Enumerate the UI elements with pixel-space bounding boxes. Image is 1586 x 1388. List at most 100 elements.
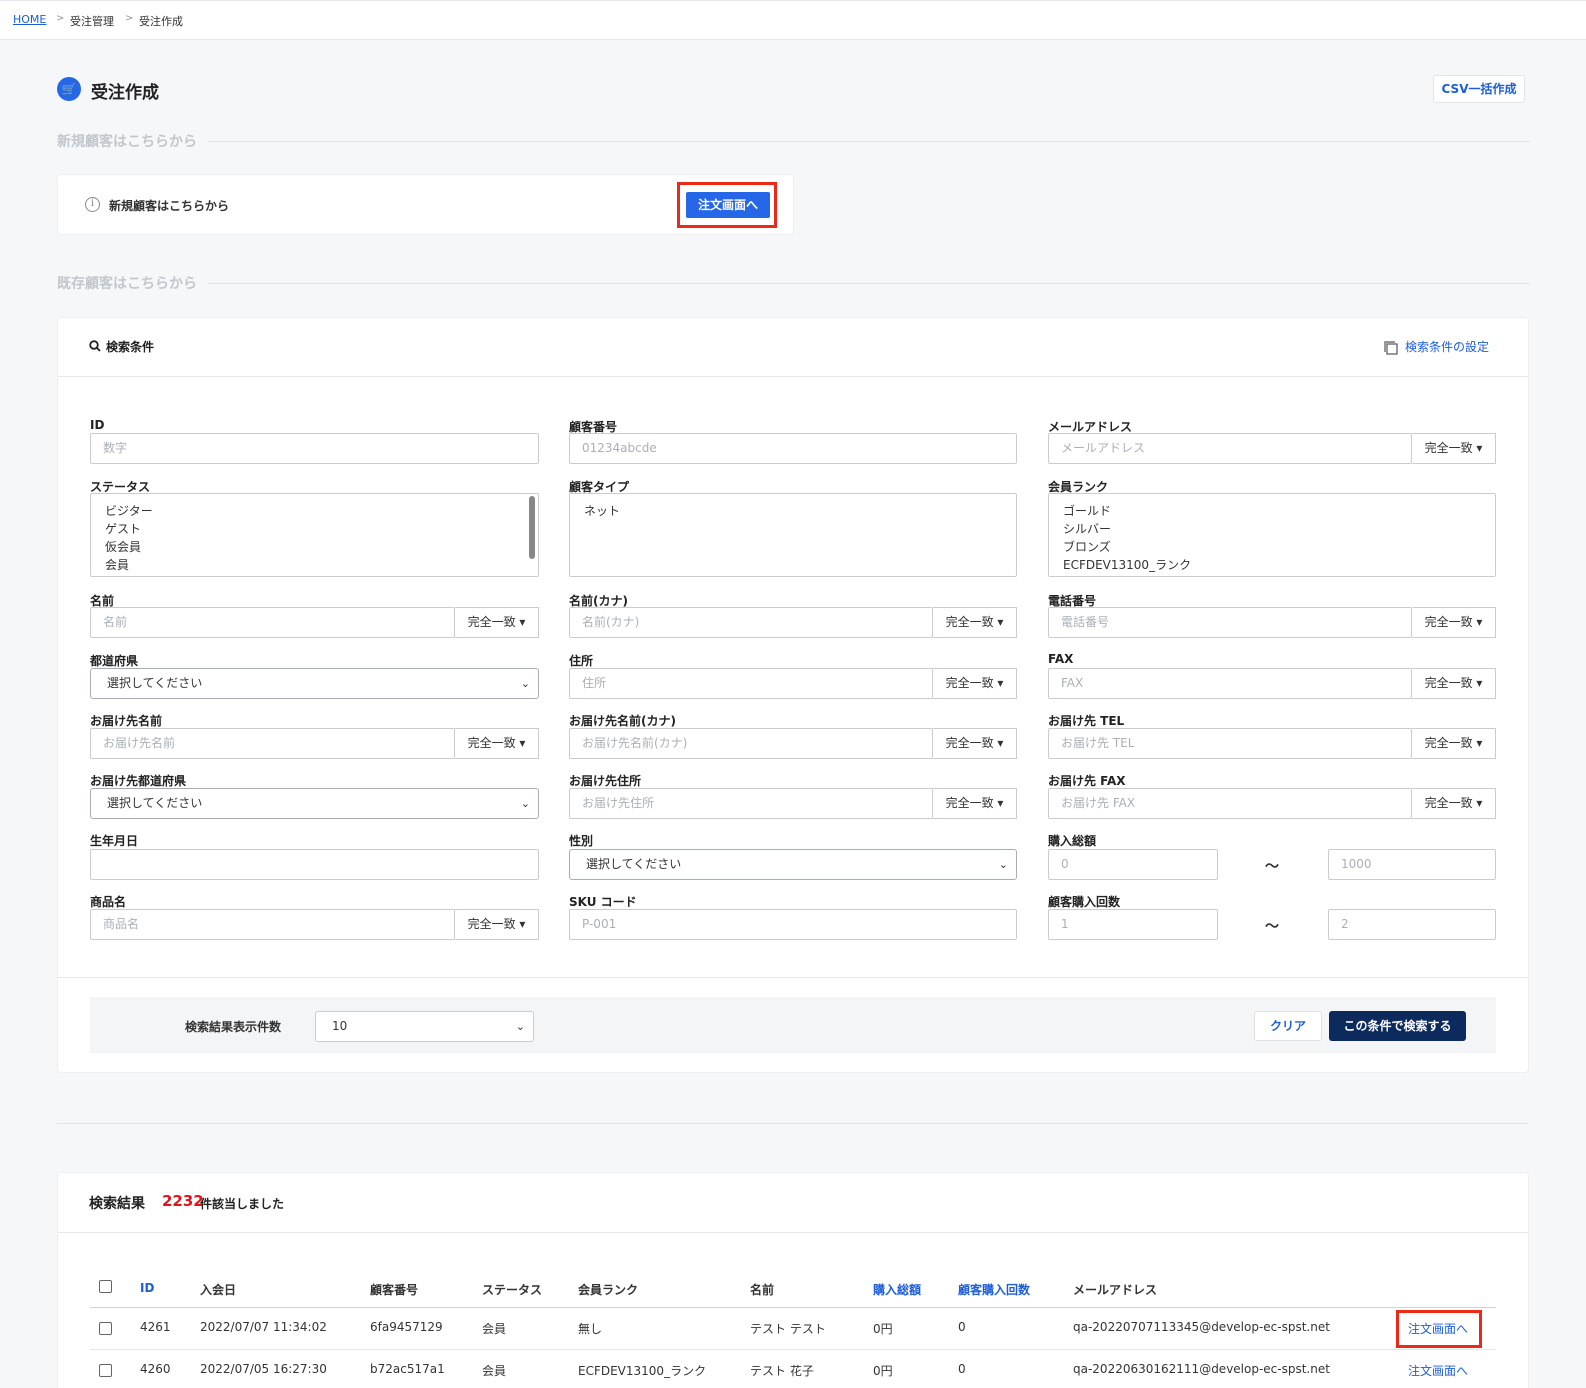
product-name-match-dropdown[interactable]: 完全一致 ▾ [455,909,539,940]
panel-divider [58,977,1528,978]
list-item[interactable]: 会員 [105,556,538,574]
cell-joined: 2022/07/07 11:34:02 [200,1320,327,1334]
search-settings-link[interactable]: 検索条件の設定 [1405,338,1489,355]
ship-address-match-dropdown[interactable]: 完全一致 ▾ [933,788,1017,819]
fax-match-dropdown[interactable]: 完全一致 ▾ [1412,668,1496,699]
panel-divider [58,1232,1528,1233]
list-item[interactable]: ビジター [105,502,538,520]
id-input[interactable]: 数字 [90,433,539,464]
row-order-link[interactable]: 注文画面へ [1408,1362,1468,1379]
ship-tel-match-dropdown[interactable]: 完全一致 ▾ [1412,728,1496,759]
sku-input[interactable]: P-001 [569,909,1017,940]
list-item[interactable]: ECFDEV13100_ランク [1063,556,1495,574]
address-input[interactable]: 住所 [569,668,933,699]
ship-name-kana-input[interactable]: お届け先名前(カナ) [569,728,933,759]
select-all-checkbox[interactable] [99,1280,112,1293]
cell-customer-no: 6fa9457129 [370,1320,443,1334]
total-purchase-to-input[interactable]: 1000 [1328,849,1496,880]
product-name-input[interactable]: 商品名 [90,909,455,940]
cell-rank: 無し [578,1322,603,1336]
ship-name-kana-match-dropdown[interactable]: 完全一致 ▾ [933,728,1017,759]
breadcrumb-home[interactable]: HOME [13,13,46,26]
ship-name-match-dropdown[interactable]: 完全一致 ▾ [455,728,539,759]
ship-tel-label: お届け先 TEL [1048,714,1125,728]
row-checkbox[interactable] [99,1322,112,1335]
list-item[interactable]: シルバー [1063,520,1495,538]
email-input[interactable]: メールアドレス [1048,433,1412,464]
fax-input[interactable]: FAX [1048,668,1412,699]
cart-icon: 🛒 [57,77,81,101]
name-match-dropdown[interactable]: 完全一致 ▾ [455,607,539,638]
cell-status: 会員 [482,1364,507,1378]
section-divider [208,141,1530,142]
cell-id: 4260 [140,1362,171,1376]
tel-input[interactable]: 電話番号 [1048,607,1412,638]
section-divider [57,1123,1529,1124]
column-header-total[interactable]: 購入総額 [873,1281,921,1298]
column-header-name: 名前 [750,1283,775,1297]
name-kana-match-dropdown[interactable]: 完全一致 ▾ [933,607,1017,638]
product-name-label: 商品名 [90,895,127,909]
gender-label: 性別 [569,834,594,848]
breadcrumb-order-management[interactable]: 受注管理 [70,13,114,29]
top-bar [0,0,1586,40]
prefecture-select[interactable]: 選択してください ⌄ [90,668,539,699]
total-purchase-from-input[interactable]: 0 [1048,849,1218,880]
cell-email: qa-20220707113345@develop-ec-spst.net [1073,1320,1330,1334]
purchase-count-to-input[interactable]: 2 [1328,909,1496,940]
results-title: 検索結果 [89,1196,145,1212]
list-item[interactable]: 仮会員 [105,538,538,556]
customer-type-listbox[interactable]: ネット [569,493,1017,577]
copy-icon[interactable] [1384,341,1398,355]
ship-fax-match-dropdown[interactable]: 完全一致 ▾ [1412,788,1496,819]
name-kana-input[interactable]: 名前(カナ) [569,607,933,638]
ship-name-input[interactable]: お届け先名前 [90,728,455,759]
ship-address-input[interactable]: お届け先住所 [569,788,933,819]
search-submit-button[interactable]: この条件で検索する [1329,1011,1466,1041]
search-icon [89,340,101,352]
ship-prefecture-select[interactable]: 選択してください ⌄ [90,788,539,819]
column-header-id[interactable]: ID [140,1281,154,1295]
row-order-link[interactable]: 注文画面へ [1408,1320,1468,1337]
email-match-dropdown[interactable]: 完全一致 ▾ [1412,433,1496,464]
list-item[interactable]: ブロンズ [1063,538,1495,556]
fax-label: FAX [1048,652,1074,666]
status-scrollbar[interactable] [529,496,535,559]
row-divider [90,1349,1496,1350]
breadcrumb-separator: > [56,13,65,24]
new-customer-order-button[interactable]: 注文画面へ [686,192,770,218]
ship-name-label: お届け先名前 [90,714,163,728]
list-item[interactable]: ゲスト [105,520,538,538]
csv-bulk-create-button[interactable]: CSV一括作成 [1433,75,1525,103]
table-header-line [90,1307,1496,1308]
range-tilde: 〜 [1265,919,1279,935]
ship-name-kana-label: お届け先名前(カナ) [569,714,676,728]
ship-tel-input[interactable]: お届け先 TEL [1048,728,1412,759]
list-item[interactable]: ネット [584,502,1016,520]
purchase-count-from-input[interactable]: 1 [1048,909,1218,940]
status-listbox[interactable]: ビジター ゲスト 仮会員 会員 [90,493,539,577]
tel-match-dropdown[interactable]: 完全一致 ▾ [1412,607,1496,638]
column-header-customer-no: 顧客番号 [370,1283,419,1297]
address-match-dropdown[interactable]: 完全一致 ▾ [933,668,1017,699]
cell-rank: ECFDEV13100_ランク [578,1364,707,1378]
cell-joined: 2022/07/05 16:27:30 [200,1362,327,1376]
column-header-purchase-count[interactable]: 顧客購入回数 [958,1281,1030,1298]
clear-button[interactable]: クリア [1254,1011,1322,1041]
search-panel-title: 検索条件 [106,340,155,354]
row-checkbox[interactable] [99,1364,112,1377]
ship-fax-label: お届け先 FAX [1048,774,1126,788]
cell-purchase-count: 0 [958,1362,966,1376]
name-input[interactable]: 名前 [90,607,455,638]
column-header-email: メールアドレス [1073,1283,1158,1297]
gender-select[interactable]: 選択してください ⌄ [569,849,1017,880]
ship-fax-input[interactable]: お届け先 FAX [1048,788,1412,819]
ship-prefecture-label: お届け先都道府県 [90,774,187,788]
member-rank-listbox[interactable]: ゴールド シルバー ブロンズ ECFDEV13100_ランク [1048,493,1496,577]
customer-no-input[interactable]: 01234abcde [569,433,1017,464]
list-item[interactable]: ゴールド [1063,502,1495,520]
cell-status: 会員 [482,1322,507,1336]
purchase-count-label: 顧客購入回数 [1048,895,1121,909]
display-count-select[interactable]: 10 ⌄ [315,1011,534,1042]
birthday-input[interactable] [90,849,539,880]
